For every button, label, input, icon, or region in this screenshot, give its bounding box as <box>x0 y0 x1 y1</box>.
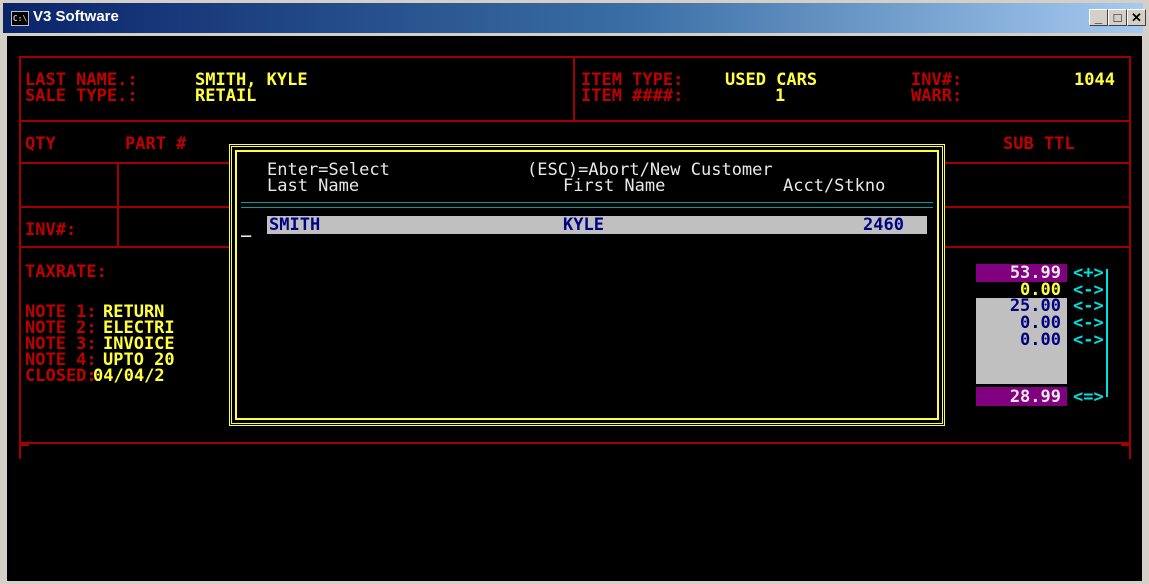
total-5-value: 0.00 <box>1020 330 1061 350</box>
header-separator <box>241 202 933 208</box>
item-num-label: ITEM ####: <box>581 86 684 106</box>
dialog-inner-frame: Enter=Select (ESC)=Abort/New Customer La… <box>235 150 939 420</box>
subttl-column-header: SUB TTL <box>1003 134 1075 154</box>
qty-column-divider <box>117 162 119 248</box>
window-title: V3 Software <box>33 8 119 25</box>
left-corner-foot <box>19 444 29 446</box>
total-4-value: 0.00 <box>1020 313 1061 333</box>
frame-right-border <box>1129 56 1131 444</box>
item-num-value[interactable]: 1 <box>775 88 785 105</box>
acct-column-header: Acct/Stkno <box>783 176 886 196</box>
console-window: C:\ V3 Software _ □ ✕ LAST NAME.: SMITH,… <box>0 0 1149 584</box>
total-6-value: 28.99 <box>1009 387 1061 407</box>
op-minus-4: <-> <box>1073 330 1104 350</box>
taxrate-label: TAXRATE: <box>25 262 107 282</box>
item-type-value[interactable]: USED CARS <box>725 72 817 89</box>
closed-label: CLOSED: <box>25 366 97 386</box>
maximize-button[interactable]: □ <box>1108 9 1127 26</box>
part-column-header: PART # <box>125 134 187 154</box>
op-equals: <=> <box>1073 387 1104 407</box>
inv-value[interactable]: 1044 <box>1074 72 1115 89</box>
op-minus-2: <-> <box>1073 296 1104 316</box>
frame-left-border <box>19 56 21 444</box>
inv-field-label: INV#: <box>25 220 77 240</box>
frame-bottom-border <box>19 442 1131 444</box>
result-acct[interactable]: 2460 <box>863 217 904 234</box>
warr-label: WARR: <box>911 86 963 106</box>
header-bottom-line <box>19 120 1131 122</box>
total-1-value: 53.99 <box>1009 263 1061 283</box>
close-button[interactable]: ✕ <box>1127 9 1146 26</box>
total-3-value: 25.00 <box>1009 296 1061 316</box>
qty-column-header: QTY <box>25 134 56 154</box>
first-name-column-header: First Name <box>563 176 666 196</box>
title-bar[interactable]: C:\ V3 Software _ □ ✕ <box>3 3 1146 33</box>
header-divider <box>573 56 575 122</box>
op-minus-3: <-> <box>1073 313 1104 333</box>
frame-top-border <box>19 56 1131 58</box>
minimize-button[interactable]: _ <box>1089 9 1108 26</box>
text-cursor: _ <box>241 218 252 238</box>
last-name-column-header: Last Name <box>267 176 360 196</box>
console-screen: LAST NAME.: SMITH, KYLE SALE TYPE.: RETA… <box>7 36 1142 581</box>
sale-type-value[interactable]: RETAIL <box>195 88 256 105</box>
result-last-name[interactable]: SMITH <box>269 217 320 234</box>
customer-lookup-dialog: Enter=Select (ESC)=Abort/New Customer La… <box>229 144 945 426</box>
op-plus: <+> <box>1073 263 1104 283</box>
result-first-name[interactable]: KYLE <box>563 217 604 234</box>
right-corner-foot <box>1121 444 1131 446</box>
closed-value[interactable]: 04/04/2 <box>93 368 165 385</box>
console-app-icon[interactable]: C:\ <box>11 11 29 26</box>
totals-bracket <box>1106 269 1108 397</box>
sale-type-label: SALE TYPE.: <box>25 86 138 106</box>
